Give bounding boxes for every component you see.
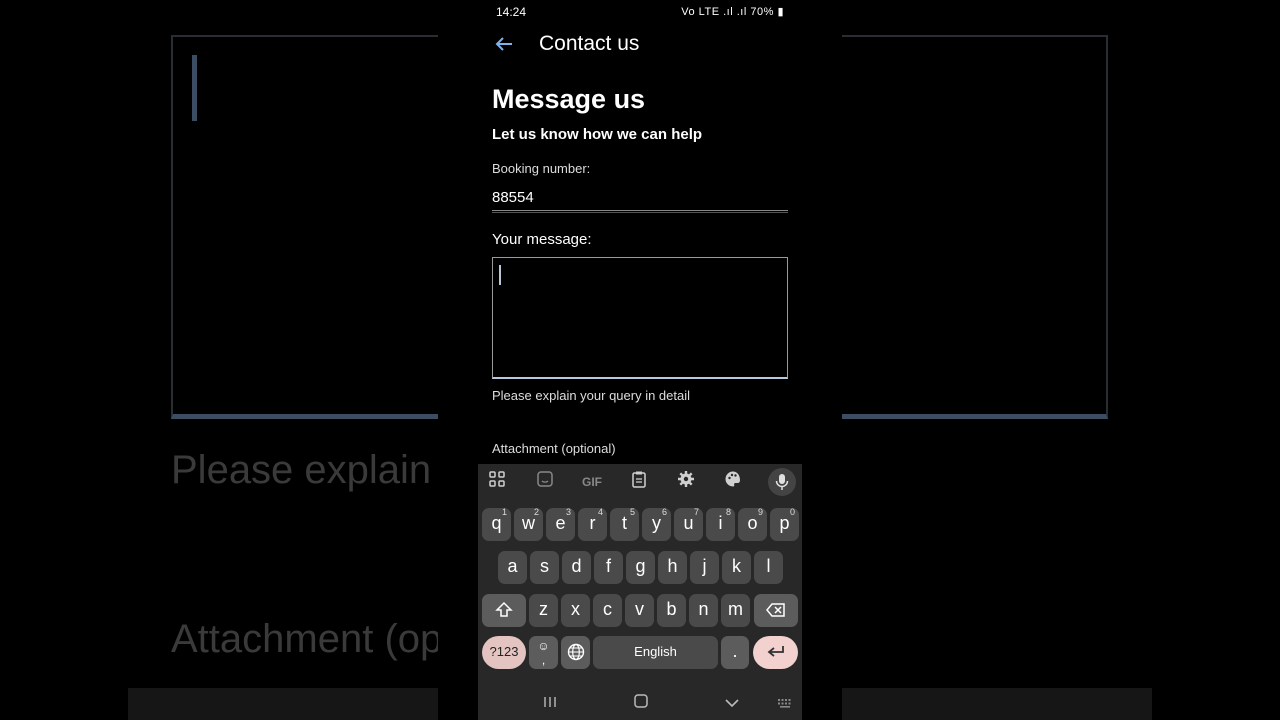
key-a[interactable]: a bbox=[498, 551, 527, 584]
key-j[interactable]: j bbox=[690, 551, 719, 584]
key-number-hint: 4 bbox=[597, 507, 603, 517]
keyboard-icon[interactable] bbox=[770, 692, 800, 718]
space-key[interactable]: English bbox=[593, 636, 718, 669]
key-q[interactable]: q1 bbox=[482, 507, 511, 541]
key-label: e bbox=[555, 513, 566, 533]
booking-number-field[interactable]: 88554 bbox=[492, 189, 534, 206]
key-number-hint: 9 bbox=[757, 507, 763, 517]
chevron-down-icon[interactable] bbox=[717, 692, 747, 718]
shift-icon bbox=[495, 601, 513, 623]
key-s[interactable]: s bbox=[530, 551, 559, 584]
key-n[interactable]: n bbox=[689, 594, 718, 627]
battery-icon: ▮ bbox=[777, 6, 784, 18]
key-v[interactable]: v bbox=[625, 594, 654, 627]
key-label: y bbox=[652, 513, 661, 533]
text-caret bbox=[499, 265, 501, 285]
key-number-hint: 2 bbox=[533, 507, 539, 517]
key-l[interactable]: l bbox=[754, 551, 783, 584]
background-attachment-text: Attachment (op bbox=[171, 617, 443, 661]
key-h[interactable]: h bbox=[658, 551, 687, 584]
background-hint-text: Please explain bbox=[171, 448, 432, 492]
phone-screen: 14:24 Vo LTE .ıl .ıl 70% ▮ Contact us Me… bbox=[438, 0, 842, 720]
status-time: 14:24 bbox=[496, 5, 527, 19]
key-m[interactable]: m bbox=[721, 594, 750, 627]
gif-button[interactable]: GIF bbox=[579, 470, 605, 494]
status-icons: Vo LTE .ıl .ıl 70% ▮ bbox=[681, 5, 784, 18]
page-title: Contact us bbox=[539, 32, 640, 55]
key-e[interactable]: e3 bbox=[546, 507, 575, 541]
key-number-hint: 0 bbox=[789, 507, 795, 517]
key-u[interactable]: u7 bbox=[674, 507, 703, 541]
globe-icon bbox=[567, 643, 585, 665]
key-f[interactable]: f bbox=[594, 551, 623, 584]
key-x[interactable]: x bbox=[561, 594, 590, 627]
form-heading: Message us bbox=[492, 84, 646, 114]
backspace-icon bbox=[766, 602, 786, 622]
booking-label: Booking number: bbox=[492, 161, 591, 176]
signal-icon: Vo LTE .ıl .ıl bbox=[681, 6, 747, 18]
app-bar: Contact us bbox=[438, 24, 842, 68]
key-i[interactable]: i8 bbox=[706, 507, 735, 541]
background-caret bbox=[192, 55, 197, 121]
message-textarea[interactable] bbox=[492, 257, 788, 379]
palette-icon[interactable] bbox=[720, 470, 746, 494]
key-label: q bbox=[491, 513, 502, 533]
clipboard-icon[interactable] bbox=[626, 470, 652, 494]
gear-icon[interactable] bbox=[673, 470, 699, 494]
home-icon[interactable] bbox=[626, 692, 656, 718]
recents-icon[interactable] bbox=[535, 692, 565, 718]
key-label: o bbox=[747, 513, 758, 533]
mic-icon[interactable] bbox=[768, 468, 796, 496]
apps-grid-icon[interactable] bbox=[484, 470, 510, 494]
key-z[interactable]: z bbox=[529, 594, 558, 627]
on-screen-keyboard: GIF q1w2e3r4t5y6u7i8o9p0 asdfghjkl z x c… bbox=[478, 464, 802, 720]
message-hint: Please explain your query in detail bbox=[492, 388, 691, 403]
enter-icon bbox=[766, 644, 786, 664]
booking-underline bbox=[492, 210, 788, 213]
form-subheading: Let us know how we can help bbox=[492, 126, 703, 143]
period-key[interactable]: . bbox=[721, 636, 749, 669]
key-number-hint: 1 bbox=[501, 507, 507, 517]
arrow-left-icon[interactable] bbox=[492, 32, 516, 56]
enter-key[interactable] bbox=[753, 636, 798, 669]
symbols-key[interactable]: ?123 bbox=[482, 636, 526, 669]
shift-key[interactable] bbox=[482, 594, 526, 627]
key-g[interactable]: g bbox=[626, 551, 655, 584]
key-label: u bbox=[683, 513, 694, 533]
key-c[interactable]: c bbox=[593, 594, 622, 627]
key-number-hint: 7 bbox=[693, 507, 699, 517]
key-number-hint: 8 bbox=[725, 507, 731, 517]
key-b[interactable]: b bbox=[657, 594, 686, 627]
key-t[interactable]: t5 bbox=[610, 507, 639, 541]
sticker-icon[interactable] bbox=[532, 470, 558, 494]
key-label: r bbox=[589, 513, 596, 533]
key-number-hint: 5 bbox=[629, 507, 635, 517]
emoji-comma-key[interactable]: ☺ , bbox=[529, 636, 558, 669]
key-d[interactable]: d bbox=[562, 551, 591, 584]
key-number-hint: 3 bbox=[565, 507, 571, 517]
key-w[interactable]: w2 bbox=[514, 507, 543, 541]
attachment-label[interactable]: Attachment (optional) bbox=[492, 441, 616, 456]
message-label: Your message: bbox=[492, 231, 592, 248]
key-k[interactable]: k bbox=[722, 551, 751, 584]
key-number-hint: 6 bbox=[661, 507, 667, 517]
status-bar: 14:24 Vo LTE .ıl .ıl 70% ▮ bbox=[438, 0, 842, 24]
key-label: p bbox=[779, 513, 790, 533]
comma-label: , bbox=[541, 653, 546, 667]
key-y[interactable]: y6 bbox=[642, 507, 671, 541]
keyboard-toolbar: GIF bbox=[478, 464, 802, 500]
battery-level: 70% bbox=[750, 6, 774, 18]
key-label: i bbox=[718, 513, 723, 533]
backspace-key[interactable] bbox=[754, 594, 798, 627]
language-key[interactable] bbox=[561, 636, 590, 669]
emoji-icon: ☺ bbox=[537, 639, 550, 653]
key-o[interactable]: o9 bbox=[738, 507, 767, 541]
key-p[interactable]: p0 bbox=[770, 507, 799, 541]
system-nav-bar bbox=[478, 690, 802, 720]
key-r[interactable]: r4 bbox=[578, 507, 607, 541]
key-label: t bbox=[621, 513, 627, 533]
